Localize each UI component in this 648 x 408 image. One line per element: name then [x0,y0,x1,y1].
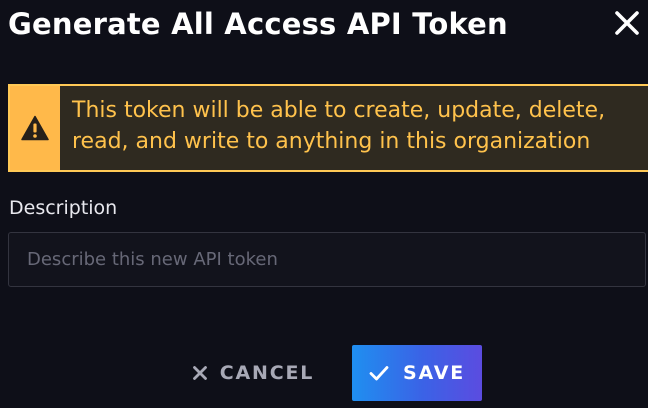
check-icon [369,365,389,381]
dialog-title: Generate All Access API Token [8,7,508,41]
cancel-button[interactable]: CANCEL [182,346,324,400]
warning-alert: This token will be able to create, updat… [8,84,648,172]
alert-message: This token will be able to create, updat… [60,86,648,170]
description-label: Description [9,197,118,219]
description-input[interactable] [8,232,646,287]
close-button[interactable] [612,8,642,38]
alert-message-line-2: read, and write to anything in this orga… [72,129,591,154]
alert-icon-container [10,86,60,170]
alert-message-line-1: This token will be able to create, updat… [72,98,606,123]
warning-icon [21,115,49,141]
cancel-button-label: CANCEL [219,362,315,384]
save-button-label: SAVE [403,362,465,384]
close-icon [192,365,208,381]
close-icon [615,11,639,35]
save-button[interactable]: SAVE [352,345,482,401]
generate-token-dialog: Generate All Access API Token This token… [0,0,648,408]
